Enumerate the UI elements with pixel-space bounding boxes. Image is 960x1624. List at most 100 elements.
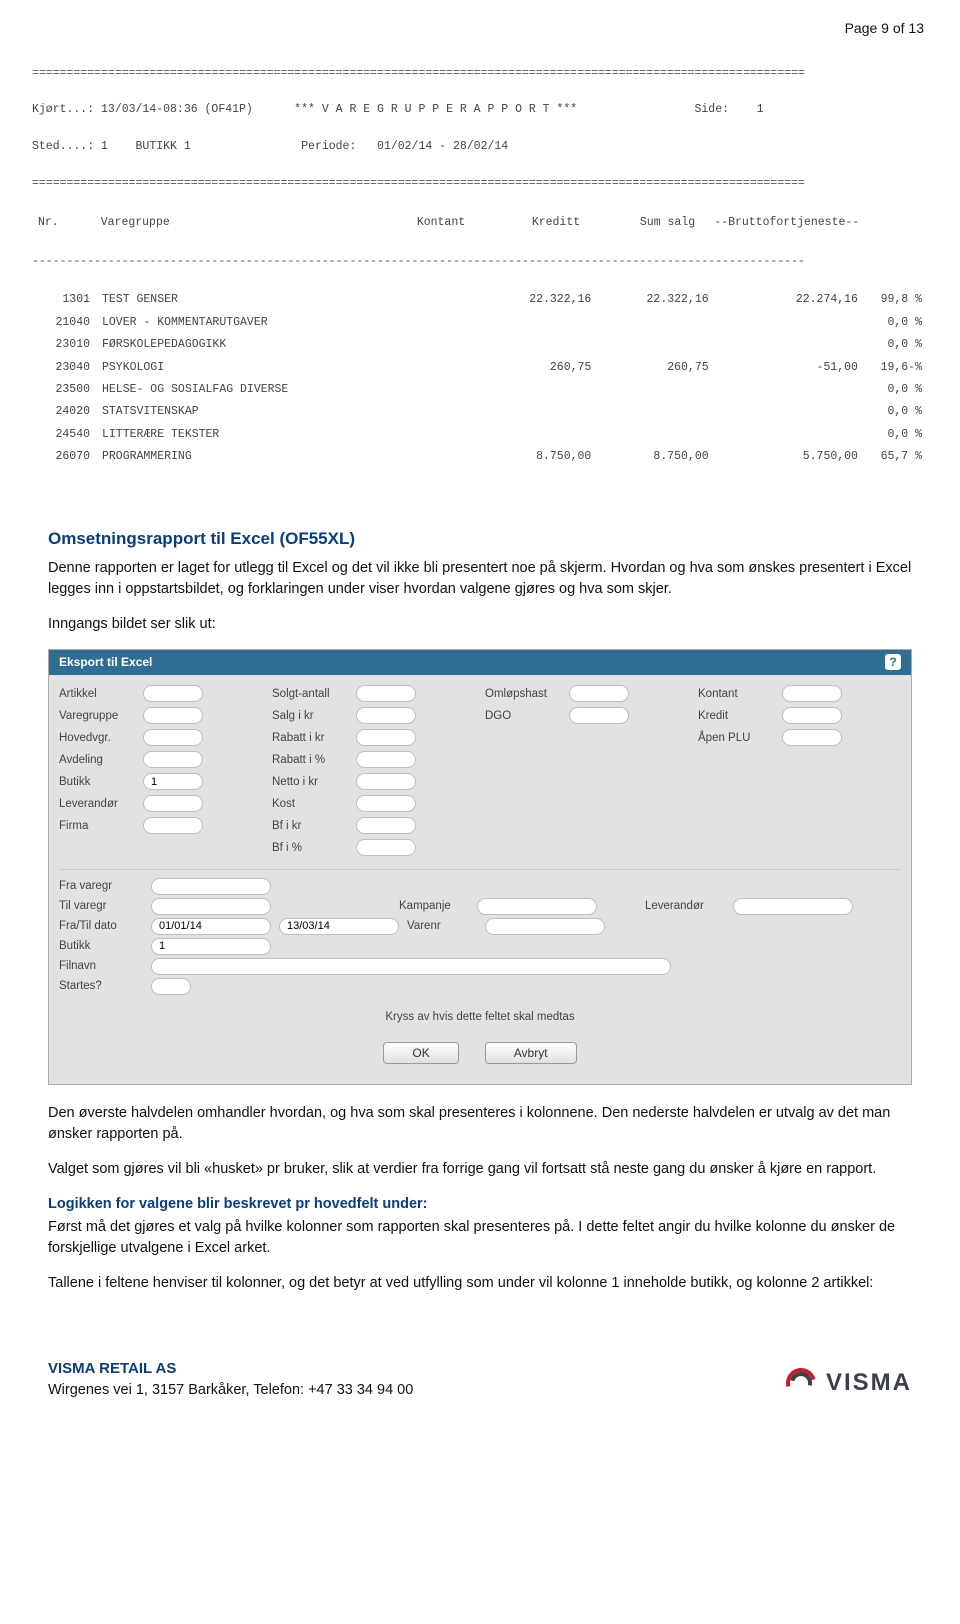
- table-row: 23500HELSE- OG SOSIALFAG DIVERSE0,0 %: [32, 379, 928, 401]
- field-label: Firma: [59, 818, 137, 835]
- col-pct: [865, 212, 928, 234]
- col-brutto: --Bruttofortjeneste--: [701, 212, 865, 234]
- table-row: 23040PSYKOLOGI260,75260,75-51,0019,6-%: [32, 357, 928, 379]
- field-input[interactable]: [356, 817, 416, 834]
- section-heading: Omsetningsrapport til Excel (OF55XL): [48, 527, 912, 552]
- field-label: Hovedvgr.: [59, 730, 137, 747]
- field-input[interactable]: [356, 795, 416, 812]
- field-row: Hovedvgr.: [59, 727, 262, 749]
- field-label: Kost: [272, 796, 350, 813]
- label-leverandor: Leverandør: [645, 898, 725, 915]
- col-nr: Nr.: [32, 212, 95, 234]
- field-row: Solgt-antall: [272, 683, 475, 705]
- field-label: DGO: [485, 708, 563, 725]
- field-label: Netto i kr: [272, 774, 350, 791]
- filnavn-input[interactable]: [151, 958, 671, 975]
- report-kjort-line: Kjørt...: 13/03/14-08:36 (OF41P) *** V A…: [32, 101, 928, 119]
- leverandor-input[interactable]: [733, 898, 853, 915]
- report-header-row: Nr. Varegruppe Kontant Kreditt Sum salg …: [32, 212, 928, 234]
- visma-logo: VISMA: [784, 1366, 912, 1401]
- row-filnavn: Filnavn: [59, 958, 901, 975]
- field-row: Kredit: [698, 705, 901, 727]
- col-kontant: Kontant: [356, 212, 471, 234]
- top-col-4: Kontant Kredit Åpen PLU: [698, 683, 901, 859]
- field-input[interactable]: [143, 773, 203, 790]
- field-input[interactable]: [143, 795, 203, 812]
- field-input[interactable]: [356, 839, 416, 856]
- field-input[interactable]: [356, 751, 416, 768]
- field-input[interactable]: [782, 729, 842, 746]
- report-sted-line: Sted....: 1 BUTIKK 1 Periode: 01/02/14 -…: [32, 138, 928, 156]
- cancel-button[interactable]: Avbryt: [485, 1042, 577, 1064]
- kampanje-input[interactable]: [477, 898, 597, 915]
- paragraph-6: Tallene i feltene henviser til kolonner,…: [48, 1273, 912, 1294]
- label-filnavn: Filnavn: [59, 958, 143, 975]
- field-input[interactable]: [356, 685, 416, 702]
- col-varegruppe: Varegruppe: [95, 212, 356, 234]
- top-col-1: ArtikkelVaregruppeHovedvgr.AvdelingButik…: [59, 683, 262, 859]
- field-label: Bf i %: [272, 840, 350, 857]
- field-input[interactable]: [143, 751, 203, 768]
- row-fra-varegr: Fra varegr: [59, 878, 901, 895]
- page-footer: VISMA RETAIL AS Wirgenes vei 1, 3157 Bar…: [0, 1318, 960, 1421]
- til-varegr-input[interactable]: [151, 898, 271, 915]
- field-label: Bf i kr: [272, 818, 350, 835]
- field-label: Solgt-antall: [272, 686, 350, 703]
- startes-input[interactable]: [151, 978, 191, 995]
- field-row: Artikkel: [59, 683, 262, 705]
- field-input[interactable]: [782, 707, 842, 724]
- label-fratil-dato: Fra/Til dato: [59, 918, 143, 935]
- table-row: 26070PROGRAMMERING8.750,008.750,005.750,…: [32, 446, 928, 468]
- field-row: Bf i kr: [272, 815, 475, 837]
- field-label: Åpen PLU: [698, 730, 776, 747]
- field-row: Firma: [59, 815, 262, 837]
- field-row: Kost: [272, 793, 475, 815]
- field-input[interactable]: [569, 685, 629, 702]
- field-input[interactable]: [356, 707, 416, 724]
- panel-note: Kryss av hvis dette feltet skal medtas: [59, 1009, 901, 1026]
- label-fra-varegr: Fra varegr: [59, 878, 143, 895]
- field-row: Rabatt i %: [272, 749, 475, 771]
- button-row: OK Avbryt: [59, 1036, 901, 1076]
- table-row: 1301TEST GENSER22.322,1622.322,1622.274,…: [32, 289, 928, 311]
- field-row: Bf i %: [272, 837, 475, 859]
- table-row: 24540LITTERÆRE TEKSTER0,0 %: [32, 424, 928, 446]
- field-label: Kredit: [698, 708, 776, 725]
- field-input[interactable]: [356, 773, 416, 790]
- rule-2: ========================================…: [32, 175, 928, 193]
- help-icon[interactable]: ?: [885, 654, 901, 670]
- rule-top: ========================================…: [32, 65, 928, 83]
- fra-dato-input[interactable]: [151, 918, 271, 935]
- ok-button[interactable]: OK: [383, 1042, 458, 1064]
- row-til-varegr: Til varegr Kampanje Leverandør: [59, 898, 901, 915]
- table-row: 24020STATSVITENSKAP0,0 %: [32, 401, 928, 423]
- field-input[interactable]: [356, 729, 416, 746]
- field-input[interactable]: [143, 707, 203, 724]
- field-row: Kontant: [698, 683, 901, 705]
- fra-varegr-input[interactable]: [151, 878, 271, 895]
- row-fratil-dato: Fra/Til dato Varenr: [59, 918, 901, 935]
- panel-title-text: Eksport til Excel: [59, 654, 152, 671]
- field-input[interactable]: [143, 729, 203, 746]
- field-row: Leverandør: [59, 793, 262, 815]
- field-label: Rabatt i %: [272, 752, 350, 769]
- field-input[interactable]: [143, 817, 203, 834]
- footer-company: VISMA RETAIL AS: [48, 1358, 413, 1380]
- field-input[interactable]: [569, 707, 629, 724]
- til-dato-input[interactable]: [279, 918, 399, 935]
- field-label: Rabatt i kr: [272, 730, 350, 747]
- field-label: Avdeling: [59, 752, 137, 769]
- field-row: DGO: [485, 705, 688, 727]
- field-label: Salg i kr: [272, 708, 350, 725]
- label-varenr: Varenr: [407, 918, 477, 935]
- field-input[interactable]: [143, 685, 203, 702]
- butikk-lower-input[interactable]: [151, 938, 271, 955]
- table-row: 23010FØRSKOLEPEDAGOGIKK0,0 %: [32, 334, 928, 356]
- label-til-varegr: Til varegr: [59, 898, 143, 915]
- label-butikk-lower: Butikk: [59, 938, 143, 955]
- varenr-input[interactable]: [485, 918, 605, 935]
- field-label: Varegruppe: [59, 708, 137, 725]
- field-input[interactable]: [782, 685, 842, 702]
- logo-swirl-icon: [784, 1366, 818, 1400]
- col-kreditt: Kreditt: [471, 212, 586, 234]
